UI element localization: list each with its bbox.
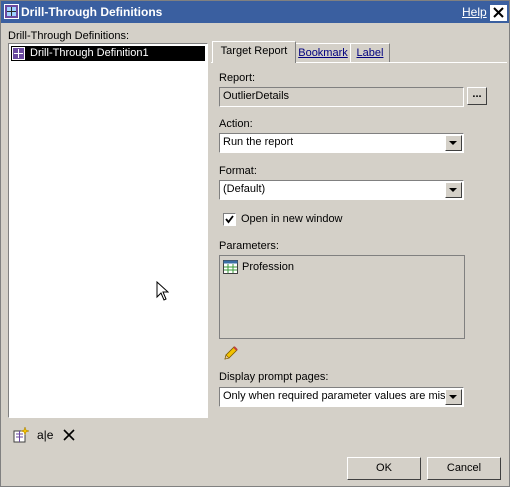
parameter-name: Profession	[242, 261, 294, 273]
prompt-pages-value: Only when required parameter values are …	[223, 390, 445, 402]
prompt-pages-label: Display prompt pages:	[219, 371, 329, 383]
chevron-down-icon[interactable]	[445, 182, 462, 198]
ok-button[interactable]: OK	[347, 457, 421, 480]
list-item[interactable]: Drill-Through Definition1	[11, 46, 205, 61]
tab-target-report[interactable]: Target Report	[212, 41, 296, 63]
action-label: Action:	[219, 118, 253, 130]
pencil-icon	[224, 346, 238, 360]
chevron-down-icon[interactable]	[445, 389, 462, 405]
rename-icon: a|e	[37, 428, 54, 442]
tab-label: Target Report	[220, 45, 288, 57]
drill-through-definition-icon	[12, 47, 25, 60]
drill-through-dialog: Drill-Through Definitions Help Drill-Thr…	[0, 0, 510, 487]
rename-definition-button[interactable]: a|e	[36, 426, 54, 444]
dialog-title: Drill-Through Definitions	[21, 5, 163, 19]
tab-label-text: Label	[356, 47, 384, 59]
parameter-table-icon	[223, 260, 238, 274]
report-label: Report:	[219, 72, 256, 84]
parameters-list[interactable]: Profession	[219, 255, 465, 339]
delete-definition-button[interactable]	[60, 426, 78, 444]
cancel-button[interactable]: Cancel	[427, 457, 501, 480]
definitions-label: Drill-Through Definitions:	[8, 30, 130, 42]
close-button[interactable]	[490, 5, 507, 21]
new-definition-icon	[13, 426, 30, 443]
tab-bookmark[interactable]: Bookmark	[295, 43, 351, 63]
mouse-cursor-icon	[156, 281, 169, 301]
checkmark-icon	[225, 215, 234, 224]
edit-parameters-button[interactable]	[222, 346, 240, 362]
format-select[interactable]: (Default)	[219, 180, 464, 200]
definitions-list[interactable]: Drill-Through Definition1	[8, 43, 208, 418]
prompt-pages-select[interactable]: Only when required parameter values are …	[219, 387, 464, 407]
close-icon	[493, 7, 504, 18]
format-label: Format:	[219, 165, 257, 177]
browse-report-button[interactable]: ...	[467, 87, 487, 105]
tab-label[interactable]: Label	[350, 43, 390, 63]
action-value: Run the report	[223, 136, 294, 148]
drill-through-icon	[4, 4, 19, 19]
report-field[interactable]: OutlierDetails	[219, 87, 464, 107]
format-value: (Default)	[223, 183, 266, 195]
list-item-label: Drill-Through Definition1	[30, 47, 149, 59]
open-new-window-checkbox[interactable]	[223, 213, 236, 226]
delete-icon	[63, 429, 75, 441]
new-definition-button[interactable]	[12, 426, 30, 444]
title-bar[interactable]: Drill-Through Definitions Help	[1, 1, 509, 23]
open-new-window-label: Open in new window	[241, 213, 343, 225]
rename-glyph: a|e	[37, 428, 54, 442]
parameters-label: Parameters:	[219, 240, 279, 252]
action-select[interactable]: Run the report	[219, 133, 464, 153]
tab-label: Bookmark	[298, 47, 348, 59]
chevron-down-icon[interactable]	[445, 135, 462, 151]
report-value: OutlierDetails	[223, 90, 290, 102]
help-link[interactable]: Help	[462, 5, 487, 19]
